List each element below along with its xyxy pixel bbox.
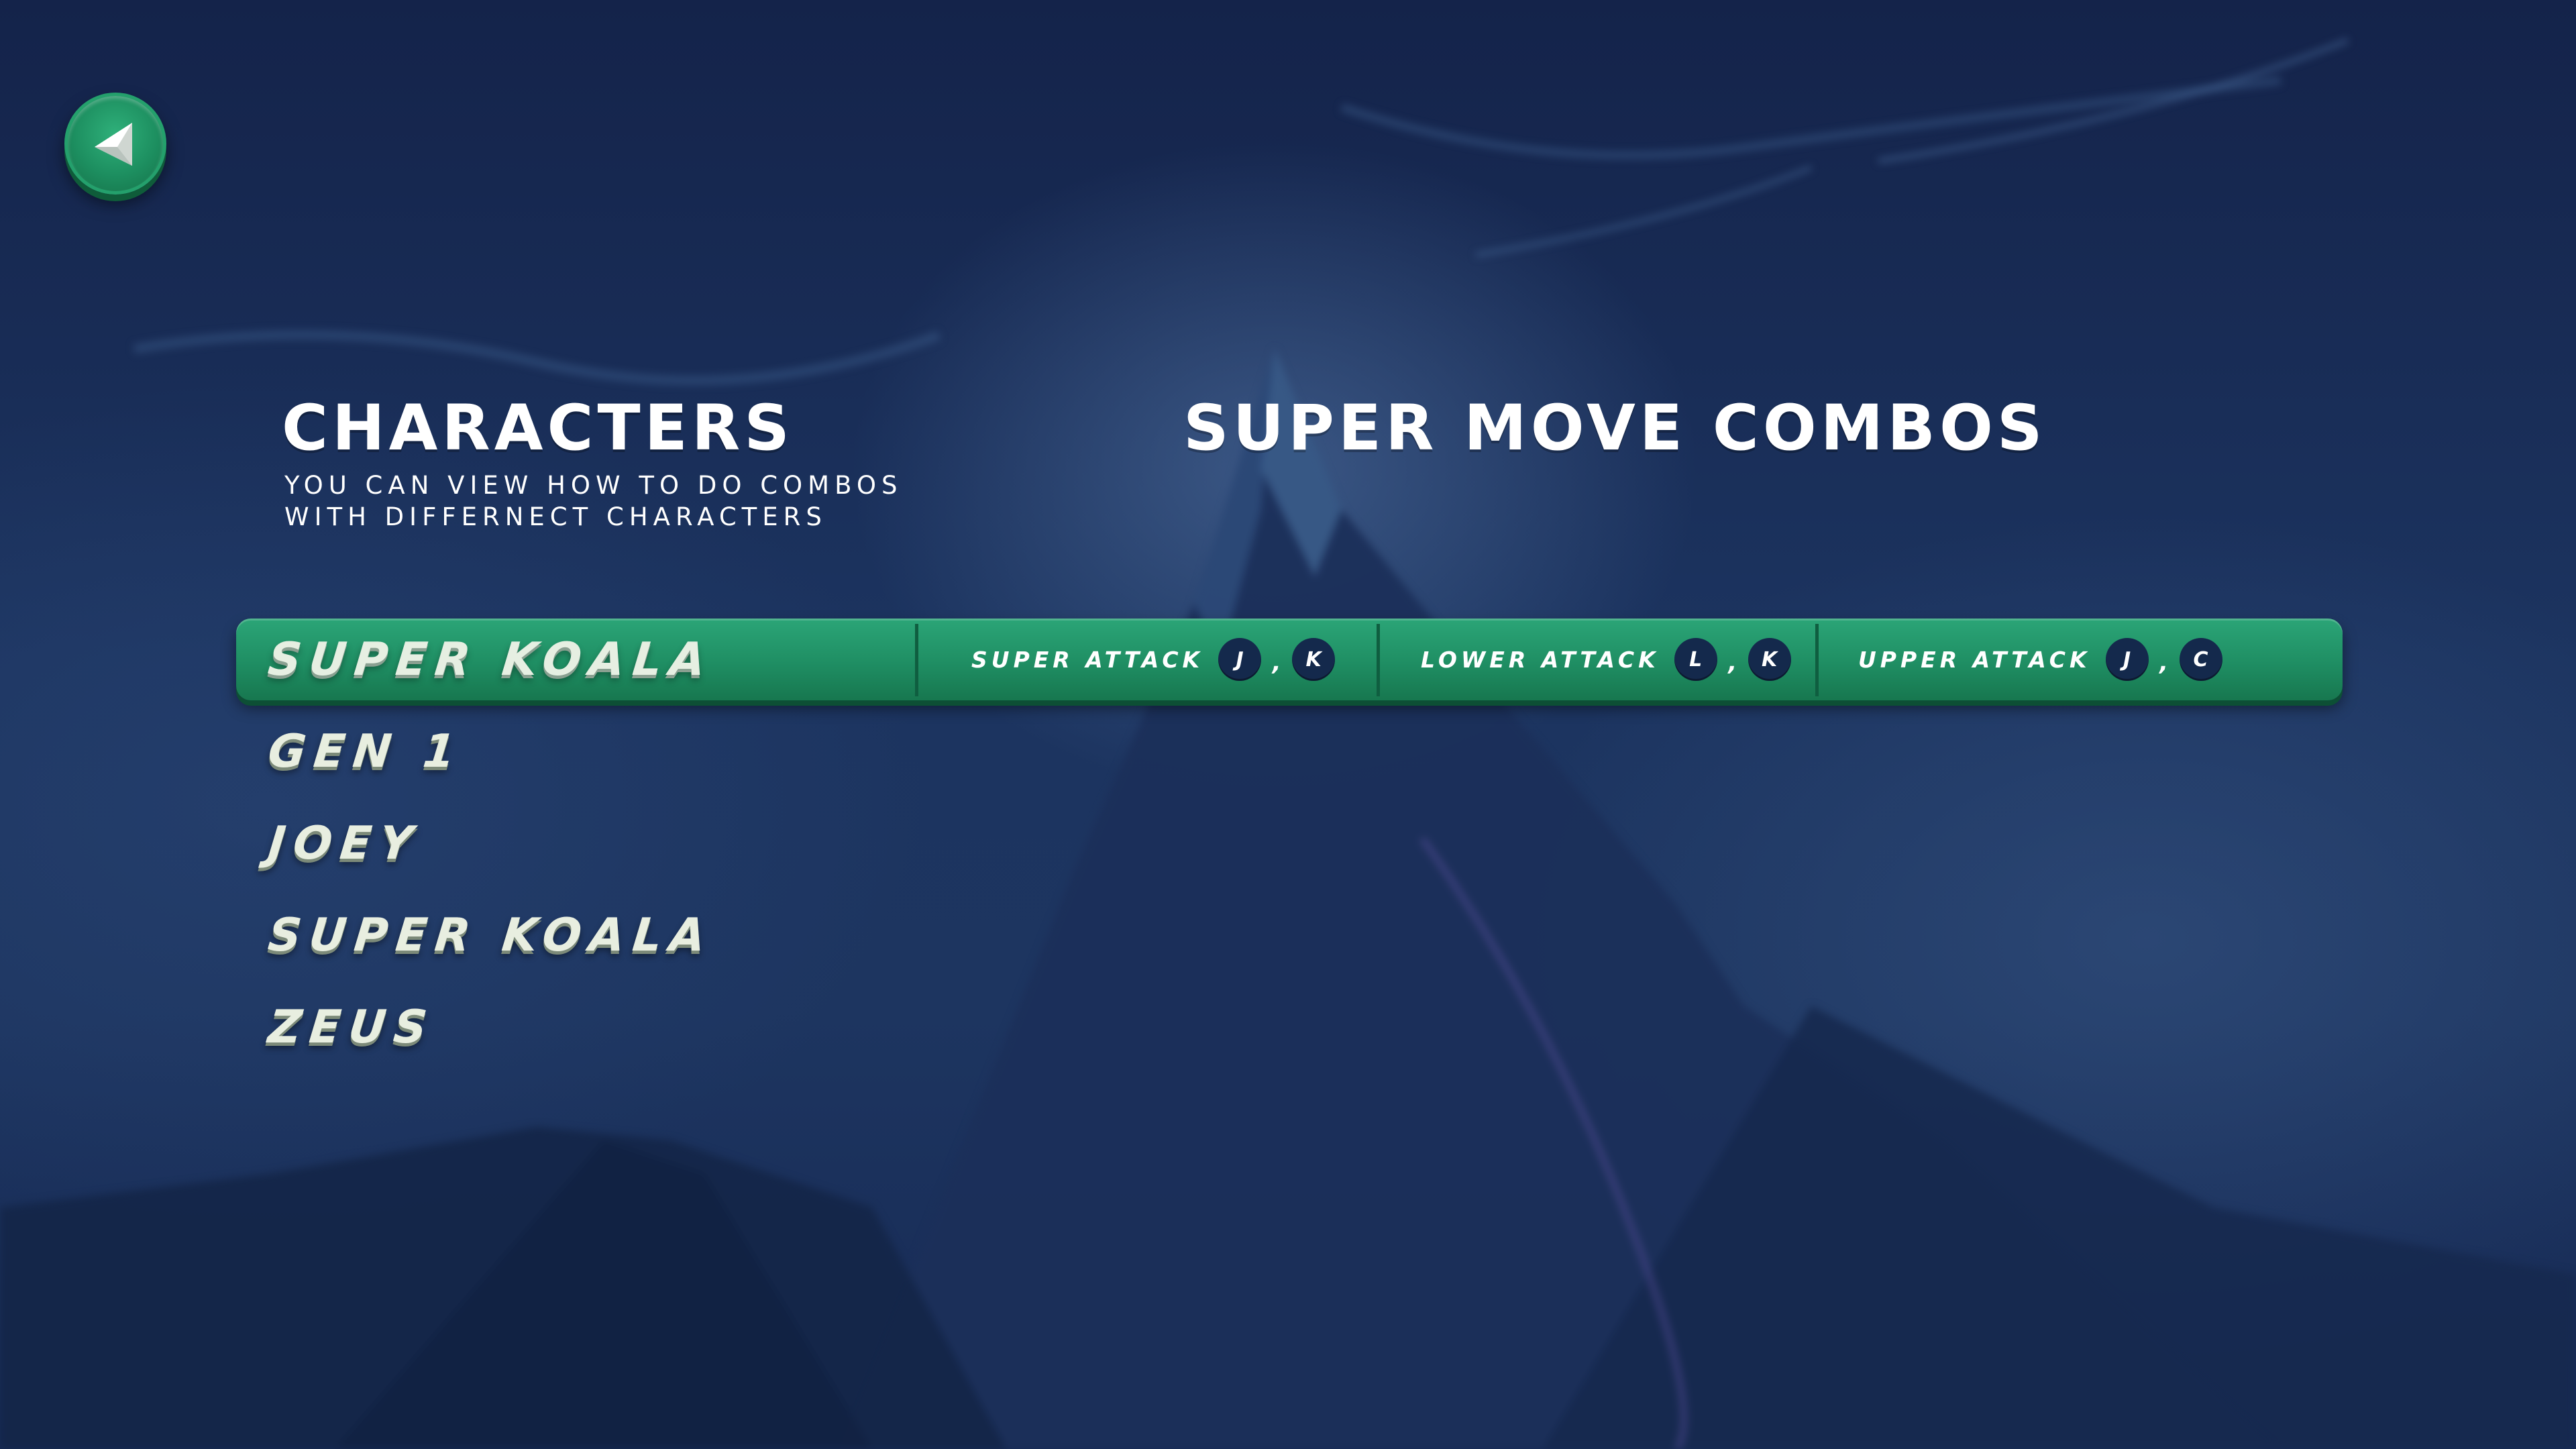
back-button[interactable] — [64, 93, 166, 195]
combo-upper-attack: UPPER ATTACK J , C — [1858, 634, 2222, 685]
combo-label: UPPER ATTACK — [1858, 646, 2091, 673]
character-item-joey[interactable]: JOEY — [266, 817, 423, 870]
key-separator: , — [2159, 649, 2168, 676]
key-badge: C — [2179, 638, 2222, 681]
mountain-silhouette — [0, 38, 2576, 1449]
characters-subtitle: YOU CAN VIEW HOW TO DO COMBOS WITH DIFFE… — [284, 470, 955, 533]
character-item-super-koala[interactable]: SUPER KOALA — [266, 633, 716, 686]
character-item-super-koala[interactable]: SUPER KOALA — [266, 909, 716, 962]
bar-divider — [1815, 624, 1819, 696]
key-badge: K — [1748, 638, 1791, 681]
combo-super-attack: SUPER ATTACK J , K — [971, 634, 1336, 685]
back-arrow-icon — [95, 123, 132, 166]
super-move-combos-title: SUPER MOVE COMBOS — [1183, 392, 2047, 465]
key-separator: , — [1728, 649, 1737, 676]
key-badge: J — [1218, 638, 1262, 681]
key-badge: L — [1674, 638, 1717, 681]
character-item-zeus[interactable]: ZEUS — [266, 1001, 437, 1054]
combo-label: SUPER ATTACK — [971, 646, 1204, 673]
subtitle-line-1: YOU CAN VIEW HOW TO DO COMBOS — [284, 471, 903, 500]
character-item-gen-1[interactable]: GEN 1 — [266, 725, 466, 778]
subtitle-line-2: WITH DIFFERNECT CHARACTERS — [284, 502, 827, 531]
combo-lower-attack: LOWER ATTACK L , K — [1421, 634, 1791, 685]
key-separator: , — [1272, 649, 1281, 676]
bar-divider — [915, 624, 918, 696]
key-badge: K — [1292, 638, 1336, 681]
key-badge: J — [2105, 638, 2149, 681]
characters-title: CHARACTERS — [282, 392, 794, 465]
combo-label: LOWER ATTACK — [1421, 646, 1660, 673]
bar-divider — [1377, 624, 1380, 696]
background-mountain-art — [0, 0, 2576, 1449]
